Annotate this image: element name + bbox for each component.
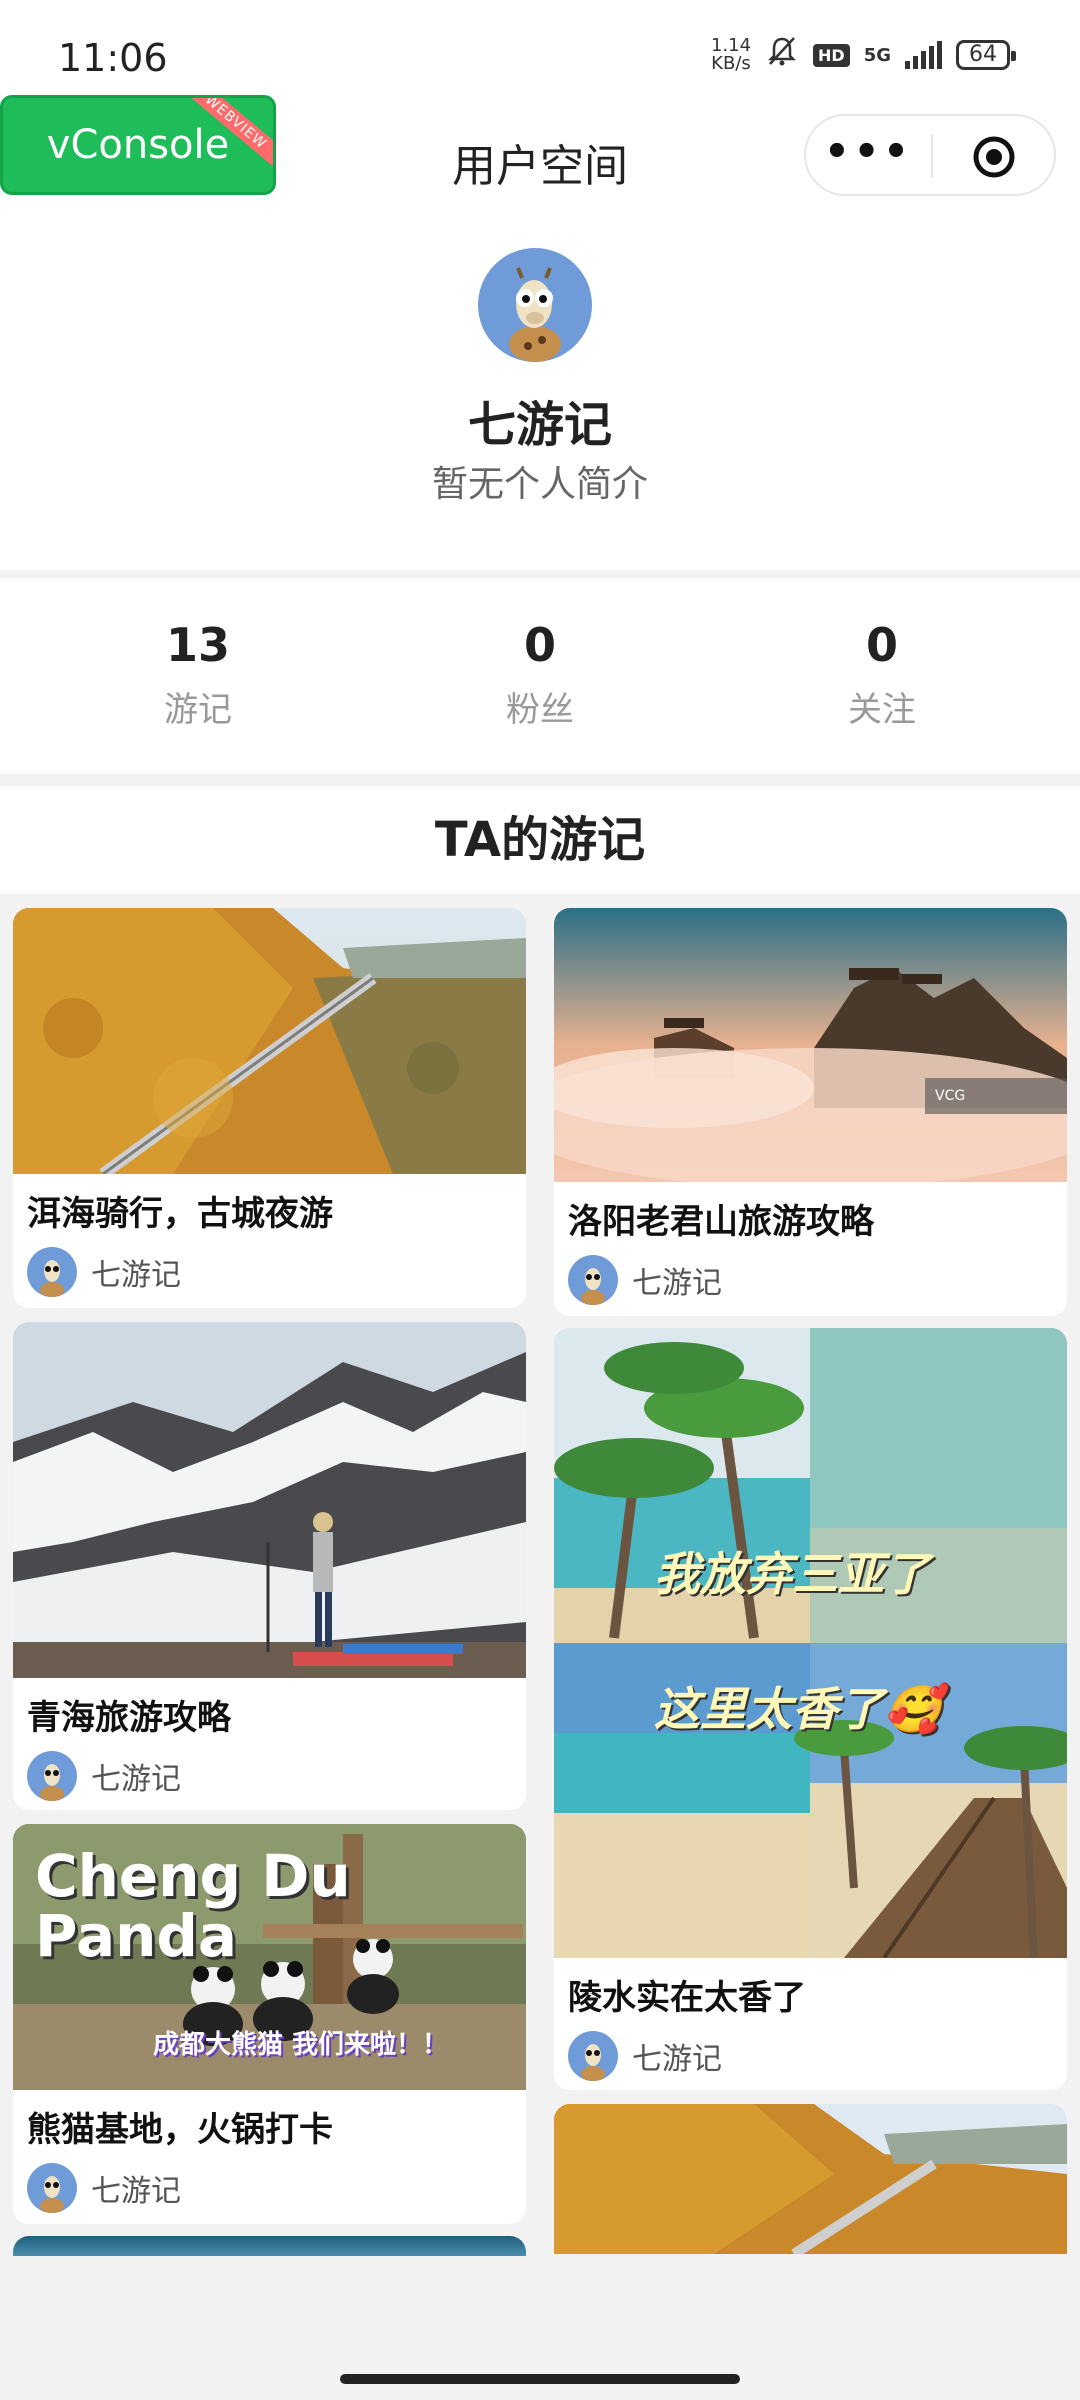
image-caption: 成都大熊猫 我们来啦！！ (153, 2030, 449, 2060)
image-caption: 我放弃三亚了 (654, 1547, 930, 1601)
card-title: 洛阳老君山旅游攻略 (568, 1202, 874, 1242)
stat-fans[interactable]: 0 粉丝 (420, 618, 660, 731)
stat-notes[interactable]: 13 游记 (78, 618, 318, 731)
stat-value: 0 (523, 618, 556, 672)
card-title: 青海旅游攻略 (27, 1698, 231, 1738)
stat-label: 关注 (848, 690, 916, 730)
stat-label: 游记 (164, 690, 232, 730)
travel-card[interactable] (13, 2236, 526, 2256)
author-avatar (27, 1247, 77, 1297)
travel-card[interactable]: VCG 洛阳老君山旅游攻略 七游记 (554, 908, 1067, 1316)
section-header: TA的游记 (0, 786, 1080, 894)
card-title: 陵水实在太香了 (568, 1978, 806, 2018)
more-button[interactable]: ••• (806, 132, 931, 172)
section-title: TA的游记 (434, 812, 646, 868)
stat-value: 13 (165, 618, 230, 672)
net-speed-unit: KB/s (711, 53, 751, 74)
image-caption: 这里太香了🥰 (654, 1682, 942, 1736)
signal-icon (905, 41, 942, 69)
status-icons: 1.14 KB/s HD 5G 64 (711, 34, 1016, 76)
stat-value: 0 (865, 618, 898, 672)
network-type: 5G (863, 44, 891, 66)
author-name: 七游记 (91, 2174, 181, 2209)
hd-badge: HD (813, 43, 850, 67)
close-target-icon[interactable] (972, 135, 1016, 179)
card-image (554, 2104, 1067, 2254)
avatar[interactable] (478, 248, 592, 362)
battery-icon: 64 (956, 40, 1016, 70)
home-indicator[interactable] (340, 2374, 740, 2384)
profile-bio: 暂无个人简介 (431, 464, 648, 505)
travel-card[interactable]: 我放弃三亚了 这里太香了🥰 陵水实在太香了 七游记 (554, 1328, 1067, 2090)
card-author: 七游记 (13, 1739, 526, 1810)
travel-card[interactable]: 洱海骑行，古城夜游 七游记 (13, 908, 526, 1308)
card-image (13, 1322, 526, 1678)
card-title: 洱海骑行，古城夜游 (27, 1194, 333, 1234)
bell-off-icon (765, 34, 799, 76)
stat-label: 粉丝 (506, 690, 574, 730)
author-name: 七游记 (632, 2042, 722, 2077)
card-image: Cheng Du Panda 成都大熊猫 我们来啦！！ (13, 1824, 526, 2090)
author-name: 七游记 (632, 1266, 722, 1301)
author-avatar (27, 1751, 77, 1801)
card-image: 我放弃三亚了 这里太香了🥰 (554, 1328, 1067, 1958)
travel-card[interactable] (554, 2104, 1067, 2254)
card-author: 七游记 (554, 2019, 1067, 2090)
stats-bar: 13 游记 0 粉丝 0 关注 (0, 578, 1080, 774)
card-author: 七游记 (554, 1243, 1067, 1316)
card-title: 熊猫基地，火锅打卡 (27, 2110, 333, 2150)
author-avatar (568, 1255, 618, 1305)
author-name: 七游记 (91, 1762, 181, 1797)
image-watermark: VCG (925, 1078, 1067, 1114)
author-avatar (568, 2031, 618, 2081)
card-author: 七游记 (13, 1235, 526, 1308)
travel-card[interactable]: 青海旅游攻略 七游记 (13, 1322, 526, 1810)
battery-level: 64 (969, 42, 997, 67)
status-bar: 11:06 1.14 KB/s HD 5G 64 (0, 0, 1080, 110)
author-name: 七游记 (91, 1258, 181, 1293)
image-caption: Cheng Du Panda (35, 1842, 351, 1970)
capsule-divider (931, 134, 933, 178)
mini-program-capsule: ••• (804, 114, 1056, 196)
author-avatar (27, 2163, 77, 2213)
net-speed: 1.14 KB/s (711, 37, 751, 73)
card-image (13, 2236, 526, 2256)
status-time: 11:06 (58, 36, 168, 80)
travel-card[interactable]: Cheng Du Panda 成都大熊猫 我们来啦！！ 熊猫基地，火锅打卡 七游… (13, 1824, 526, 2224)
profile-name: 七游记 (467, 397, 612, 453)
card-author: 七游记 (13, 2151, 526, 2224)
card-image: VCG (554, 908, 1067, 1182)
stat-following[interactable]: 0 关注 (762, 618, 1002, 731)
card-image (13, 908, 526, 1174)
